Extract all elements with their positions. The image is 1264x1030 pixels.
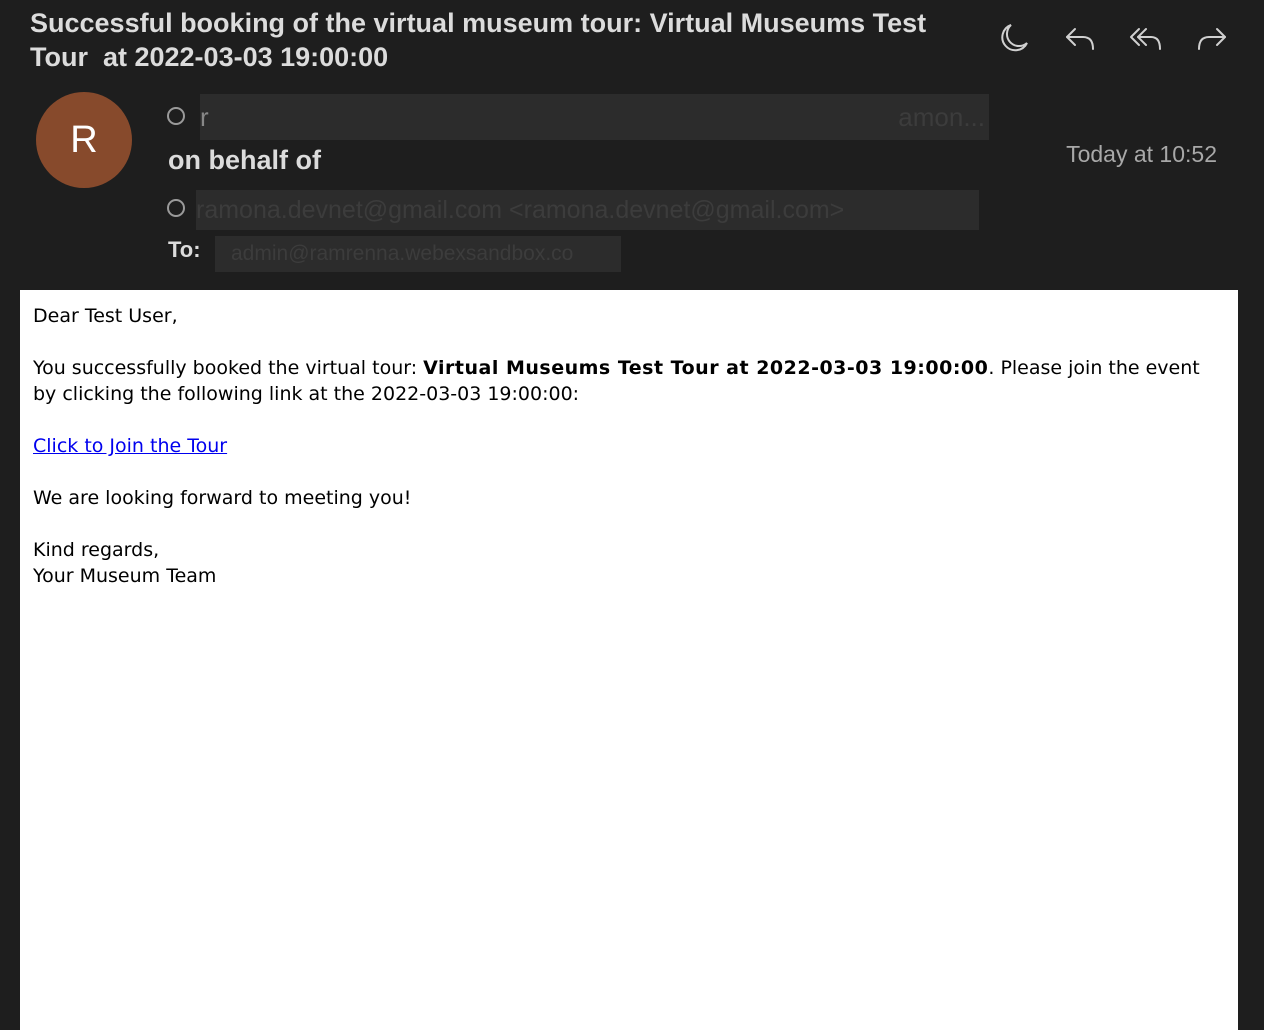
behalf-address-redacted[interactable]: ramona.devnet@gmail.com <ramona.devnet@g… [196, 190, 979, 230]
body-greeting: Dear Test User, [33, 305, 178, 327]
forward-icon[interactable] [1194, 20, 1230, 56]
body-tour-name: Virtual Museums Test Tour at 2022-03-03 … [423, 357, 989, 379]
to-label: To: [168, 237, 201, 262]
to-address-redacted[interactable]: admin@ramrenna.webexsandbox.co [215, 236, 621, 272]
email-date: Today at 10:52 [1066, 141, 1217, 167]
body-para-prefix: You successfully booked the virtual tour… [33, 357, 424, 379]
behalf-status-circle [167, 199, 185, 217]
email-toolbar [996, 20, 1230, 56]
body-closing-line: We are looking forward to meeting you! [33, 487, 412, 509]
from-redacted[interactable]: r amon... [200, 94, 989, 140]
moon-icon[interactable] [996, 20, 1032, 56]
email-subject: Successful booking of the virtual museum… [30, 8, 934, 72]
from-redacted-start: r [200, 102, 209, 132]
sender-status-circle [167, 107, 185, 125]
body-signature: Your Museum Team [33, 565, 217, 587]
email-body: Dear Test User, You successfully booked … [20, 290, 1238, 1030]
avatar-initial: R [70, 118, 98, 161]
reply-all-icon[interactable] [1128, 20, 1164, 56]
email-header: Successful booking of the virtual museum… [0, 0, 1264, 290]
join-tour-link[interactable]: Click to Join the Tour [33, 435, 227, 457]
sender-avatar[interactable]: R [36, 92, 132, 188]
from-redacted-end: amon... [898, 102, 985, 132]
join-link-paragraph: Click to Join the Tour [33, 433, 1226, 459]
body-signoff: Kind regards, [33, 539, 160, 561]
on-behalf-label: on behalf of [168, 145, 321, 175]
reply-icon[interactable] [1062, 20, 1098, 56]
body-paragraph: You successfully booked the virtual tour… [33, 355, 1226, 407]
